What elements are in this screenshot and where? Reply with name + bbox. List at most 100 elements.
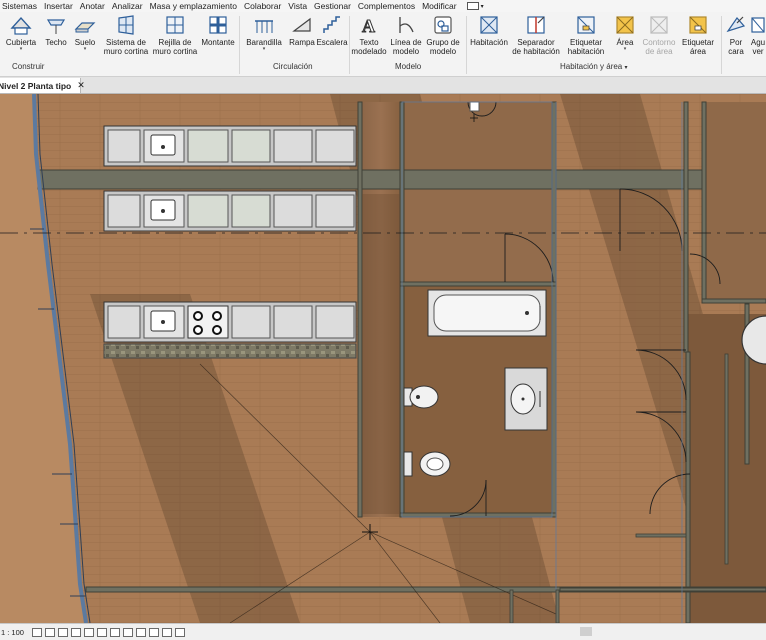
svg-text:A: A: [362, 16, 375, 36]
panel-divider: [349, 16, 350, 74]
ceiling-icon: [46, 19, 66, 34]
constraints-icon[interactable]: [174, 627, 185, 637]
contorno-area-button[interactable]: Contorno de área: [640, 14, 678, 56]
close-icon[interactable]: ✕: [77, 80, 85, 91]
analysis-model-icon[interactable]: [148, 627, 159, 637]
horizontal-scrollbar[interactable]: [580, 627, 592, 636]
chevron-down-icon: ▾: [480, 3, 484, 10]
temporary-hide-icon[interactable]: [122, 627, 133, 637]
panel-divider: [721, 16, 722, 74]
linea-modelo-button[interactable]: Línea de modelo: [389, 14, 423, 56]
sun-path-icon[interactable]: [57, 627, 68, 637]
toilet[interactable]: [403, 451, 451, 477]
menu-insertar[interactable]: Insertar: [41, 0, 77, 12]
montante-button[interactable]: Montante: [199, 14, 237, 47]
mullion-icon: [209, 16, 227, 34]
opening-by-face-icon: [726, 16, 746, 33]
railing-icon: [255, 20, 273, 33]
etiquetar-habitacion-button[interactable]: Etiquetar habitación: [564, 14, 608, 56]
curtain-system-icon: [118, 15, 134, 35]
right-top: [704, 102, 766, 302]
reveal-hidden-icon[interactable]: [135, 627, 146, 637]
chevron-down-icon: ▾: [624, 65, 628, 71]
ramp-icon: [292, 17, 311, 32]
menu-sistemas[interactable]: Sistemas: [0, 0, 41, 12]
area-tag-icon: [689, 16, 707, 34]
washbasin[interactable]: [504, 367, 548, 431]
rejilla-muro-cortina-button[interactable]: Rejilla de muro cortina: [152, 14, 198, 56]
menu-vista[interactable]: Vista: [285, 0, 311, 12]
por-cara-button[interactable]: Por cara: [724, 14, 748, 56]
view-tab-nivel-2[interactable]: Nivel 2 Planta tipo ✕: [0, 78, 85, 93]
menu-complementos[interactable]: Complementos: [355, 0, 419, 12]
texto-modelado-button[interactable]: A Texto modelado: [351, 14, 387, 57]
chevron-down-icon: ▾: [623, 46, 627, 52]
upper-room: [402, 102, 554, 172]
menu-analizar[interactable]: Analizar: [109, 0, 147, 12]
lock-view-icon[interactable]: [109, 627, 120, 637]
chevron-down-icon: ▾: [19, 46, 23, 52]
room-separator-icon: [527, 16, 545, 34]
panel-divider: [239, 16, 240, 74]
rampa-button[interactable]: Rampa: [288, 14, 316, 47]
agujero-button[interactable]: Agu ver: [748, 14, 766, 56]
escalera-button[interactable]: Escalera: [316, 14, 348, 47]
panel-divider: [466, 16, 467, 74]
view-scale[interactable]: 1 : 100: [1, 628, 24, 637]
menu-anotar[interactable]: Anotar: [77, 0, 109, 12]
visual-style-icon[interactable]: [44, 627, 55, 637]
view-tab-label: Nivel 2 Planta tipo: [0, 80, 72, 91]
highlight-displacement-icon[interactable]: [161, 627, 172, 637]
shadows-icon[interactable]: [70, 627, 81, 637]
menu-masa[interactable]: Masa y emplazamiento: [147, 0, 241, 12]
roof-icon: [10, 16, 32, 35]
menu-modificar[interactable]: Modificar: [419, 0, 460, 12]
kitchen-counter-row-1[interactable]: [103, 125, 357, 167]
barandilla-button[interactable]: Barandilla ▾: [244, 14, 284, 52]
show-crop-icon[interactable]: [96, 627, 107, 637]
shaft-opening-icon: [751, 17, 765, 33]
view-tab-strip: Nivel 2 Planta tipo ✕: [0, 77, 766, 94]
separador-habitacion-button[interactable]: Separador de habitación: [510, 14, 562, 56]
floor-plan[interactable]: [0, 94, 766, 623]
room-icon: [480, 16, 498, 34]
room-tag-icon: [577, 16, 595, 34]
ribbon: Cubierta ▾ Techo Suelo ▾ Sistema de muro…: [0, 12, 766, 77]
area-boundary-icon: [650, 16, 668, 34]
panel-modelo-label: Modelo: [395, 62, 422, 71]
menu-bar: Sistemas Insertar Anotar Analizar Masa y…: [0, 0, 766, 12]
bathtub[interactable]: [427, 289, 547, 337]
panel-habitacion-label[interactable]: Habitación y área ▾: [560, 62, 628, 71]
etiquetar-area-button[interactable]: Etiquetar área: [678, 14, 718, 56]
curtain-grid-icon: [166, 16, 184, 34]
sistema-muro-cortina-button[interactable]: Sistema de muro cortina: [102, 14, 150, 56]
kitchen-counter-row-3[interactable]: [103, 301, 357, 359]
panel-circulacion-label: Circulación: [273, 62, 313, 71]
detail-level-icon[interactable]: [31, 627, 42, 637]
model-group-icon: [434, 16, 452, 34]
chevron-down-icon: ▾: [262, 46, 266, 52]
techo-button[interactable]: Techo: [42, 14, 70, 47]
chevron-down-icon: ▾: [83, 46, 87, 52]
bidet[interactable]: [403, 385, 439, 409]
floor-icon: [74, 22, 96, 33]
suelo-button[interactable]: Suelo ▾: [72, 14, 98, 52]
area-icon: [616, 16, 634, 34]
cubierta-button[interactable]: Cubierta ▾: [4, 14, 38, 52]
wall-hatch: [362, 194, 400, 514]
menu-gestionar[interactable]: Gestionar: [311, 0, 355, 12]
area-button[interactable]: Área ▾: [610, 14, 640, 52]
mid-room: [402, 189, 554, 284]
kitchen-counter-row-2[interactable]: [103, 190, 357, 232]
view-control-bar: 1 : 100: [0, 623, 766, 640]
crop-view-icon[interactable]: [83, 627, 94, 637]
panel-toggle-button[interactable]: ▾: [466, 2, 484, 10]
model-text-icon: A: [362, 16, 376, 37]
habitacion-button[interactable]: Habitación: [469, 14, 509, 47]
menu-colaborar[interactable]: Colaborar: [241, 0, 285, 12]
marker-square: [469, 101, 480, 112]
panel-construir-label: Construir: [12, 62, 45, 71]
drawing-area[interactable]: [0, 94, 766, 623]
grupo-modelo-button[interactable]: Grupo de modelo: [425, 14, 461, 56]
stairs-icon: [323, 16, 340, 33]
